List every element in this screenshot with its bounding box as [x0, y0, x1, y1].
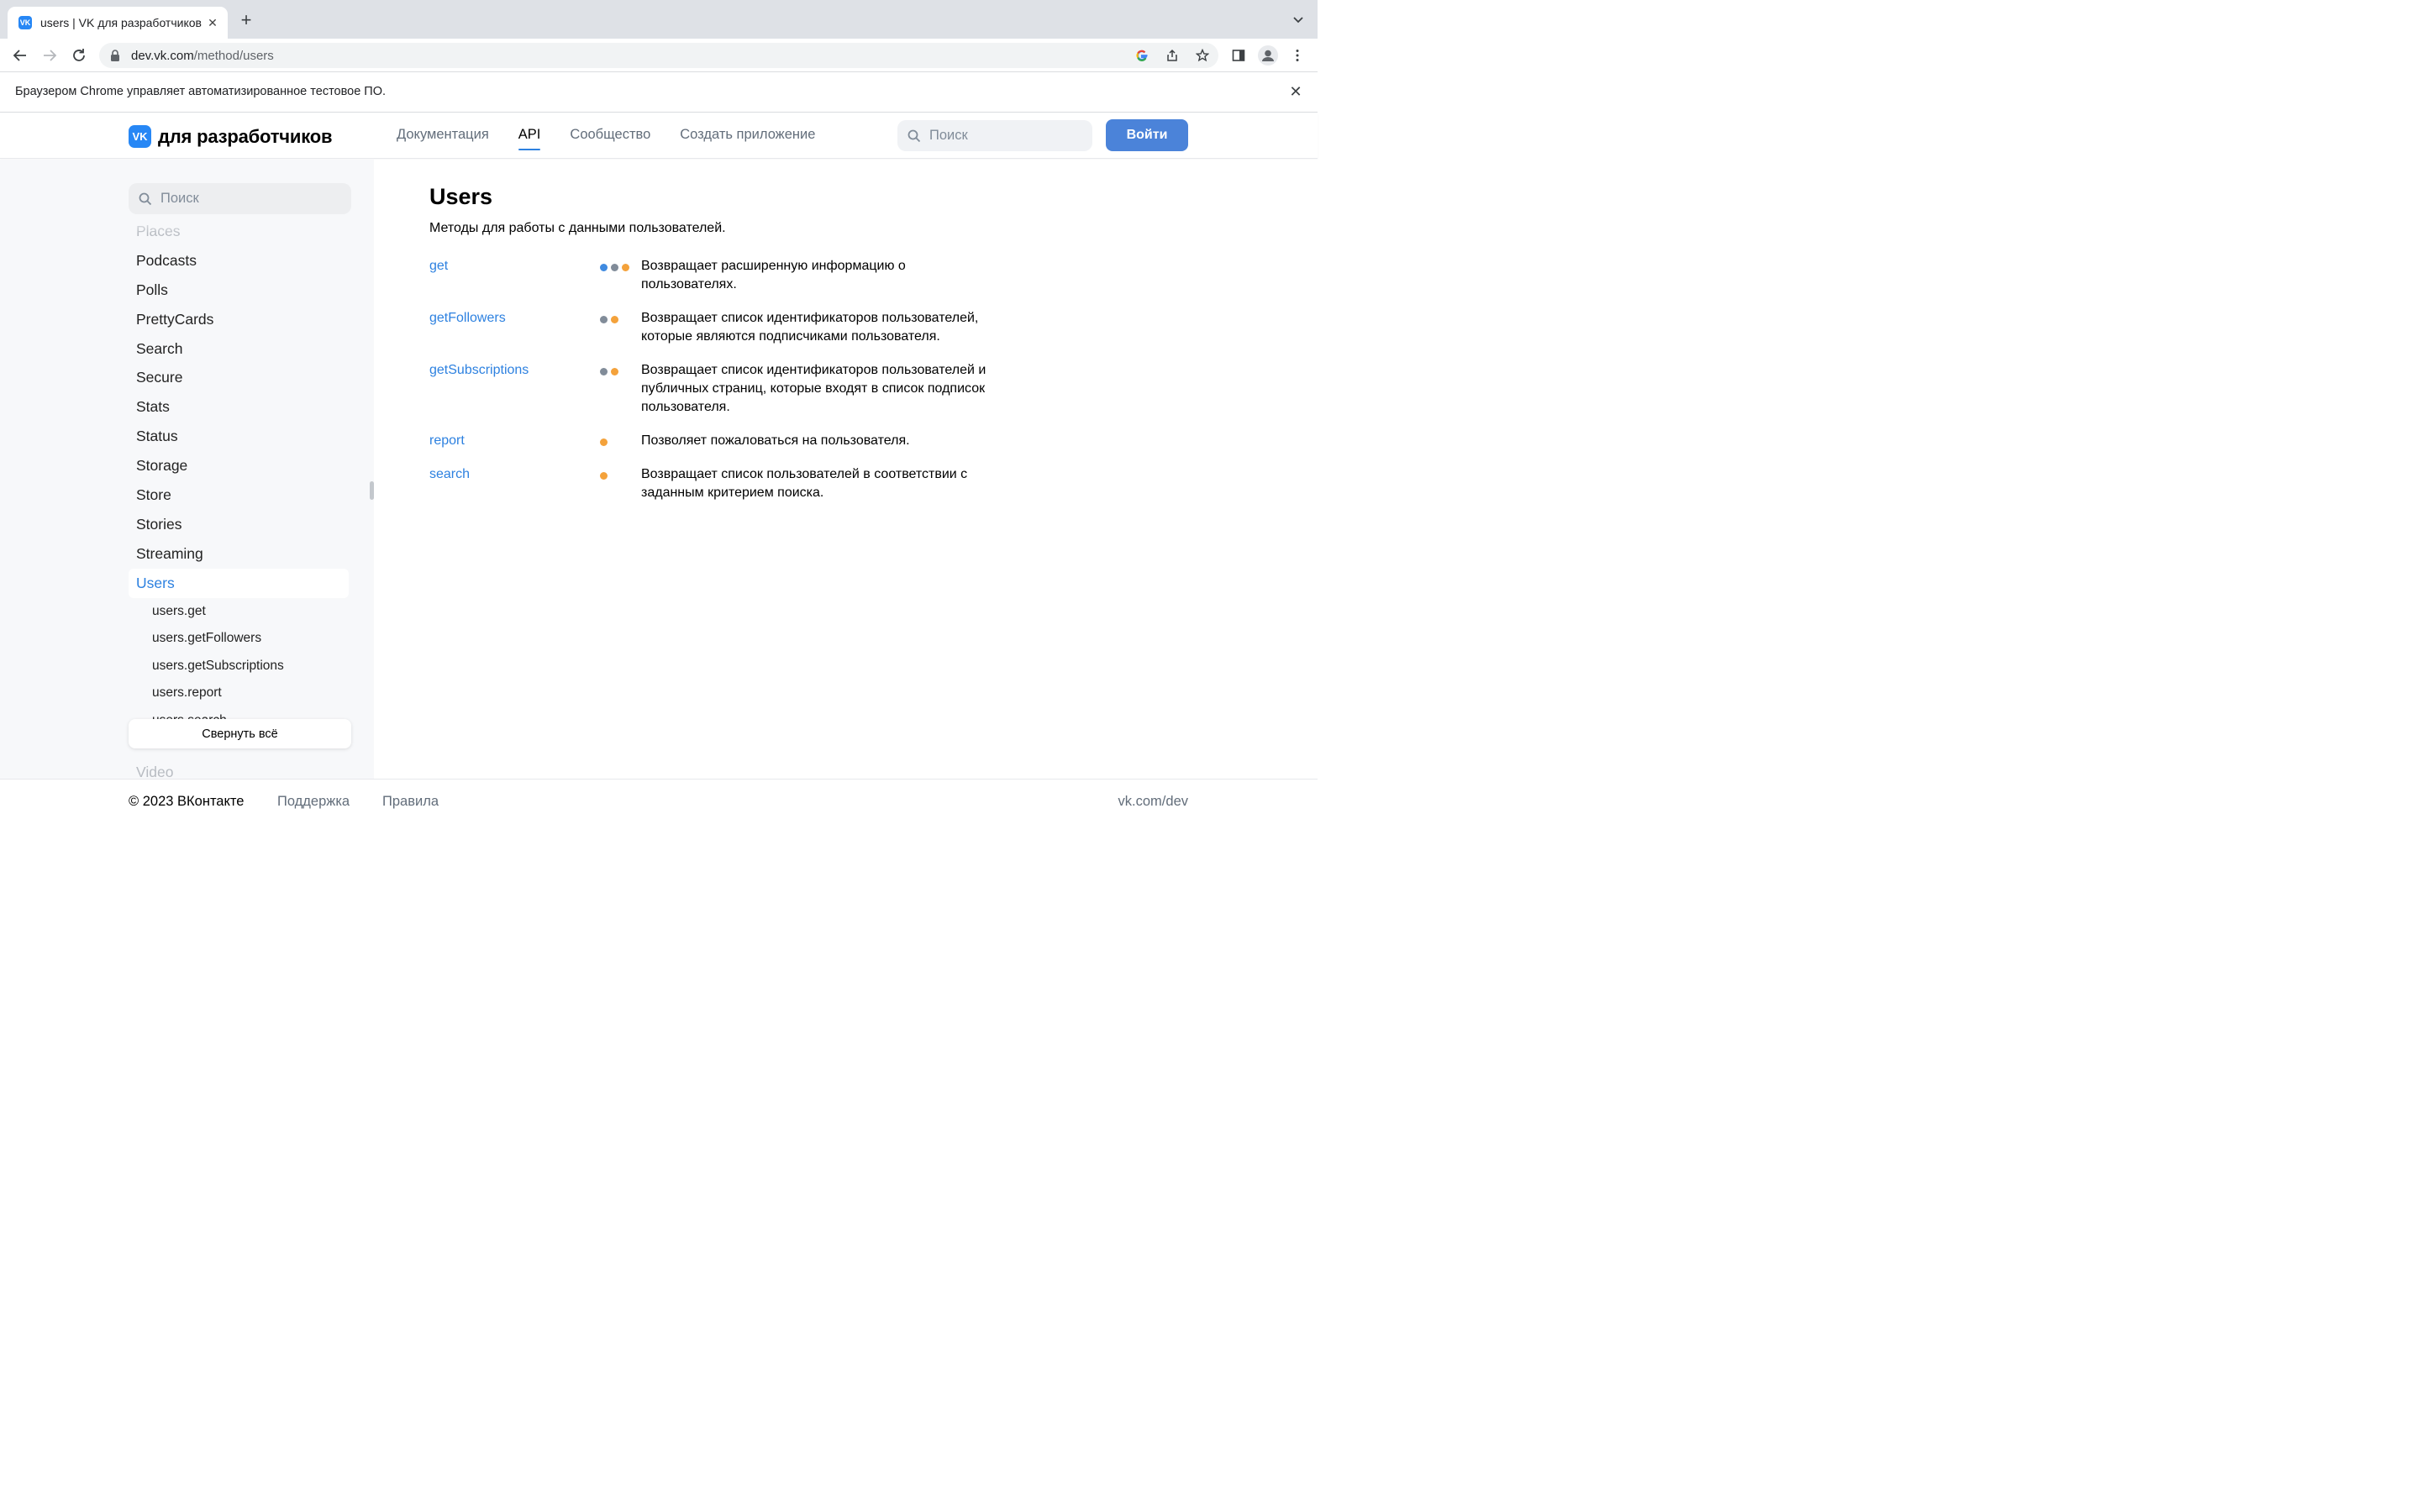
back-arrow-icon[interactable]: [11, 46, 29, 65]
browser-menu-icon[interactable]: [1286, 45, 1308, 66]
automation-infobar: Браузером Chrome управляет автоматизиров…: [0, 72, 1318, 113]
copyright: © 2023 ВКонтакте: [129, 794, 245, 809]
sidebar-item-prettycards[interactable]: PrettyCards: [129, 305, 349, 334]
access-dot-icon: [600, 264, 608, 271]
sidebar-subitem-users-report[interactable]: users.report: [129, 680, 349, 707]
method-row: getSubscriptions Возвращает список иденти…: [429, 361, 1018, 417]
new-tab-icon[interactable]: +: [239, 11, 254, 29]
site-header: VK для разработчиков Документация API Со…: [0, 113, 1318, 159]
header-search-input[interactable]: [929, 128, 1081, 144]
method-row: search Возвращает список пользователей в …: [429, 465, 1018, 502]
nav-api[interactable]: API: [518, 127, 540, 150]
sidebar-search-input[interactable]: [160, 191, 337, 207]
access-dot-icon: [611, 368, 618, 375]
sidebar-search[interactable]: [129, 183, 351, 214]
method-description: Позволяет пожаловаться на пользователя.: [641, 433, 910, 448]
browser-tab[interactable]: VK users | VK для разработчиков ✕: [8, 7, 228, 39]
sidebar-item-stats[interactable]: Stats: [129, 392, 349, 422]
top-nav: Документация API Сообщество Создать прил…: [397, 127, 815, 150]
share-icon[interactable]: [1163, 46, 1181, 65]
method-link-get[interactable]: get: [429, 257, 600, 276]
nav-documentation[interactable]: Документация: [397, 127, 489, 150]
access-dots: [600, 361, 641, 375]
vk-logo-icon: VK: [129, 125, 151, 148]
browser-tabbar: VK users | VK для разработчиков ✕ +: [0, 0, 1318, 39]
vk-favicon-icon: VK: [18, 16, 32, 29]
footer-link-support[interactable]: Поддержка: [277, 794, 350, 810]
method-link-search[interactable]: search: [429, 465, 600, 484]
method-row: get Возвращает расширенную информацию о п…: [429, 257, 1018, 294]
reload-icon[interactable]: [70, 46, 88, 65]
method-description: Возвращает расширенную информацию о поль…: [641, 259, 906, 291]
sidebar-item-podcasts[interactable]: Podcasts: [129, 246, 349, 276]
vk-dev-logo[interactable]: VK для разработчиков: [129, 125, 332, 148]
collapse-all-button[interactable]: Свернуть всё: [129, 719, 351, 748]
google-icon[interactable]: [1133, 46, 1151, 65]
forward-arrow-icon[interactable]: [40, 46, 59, 65]
logo-text: для разработчиков: [158, 125, 333, 147]
sidebar-item-video[interactable]: Video: [136, 764, 173, 779]
access-dot-icon: [600, 472, 608, 480]
sidebar-subitem-users-getsubscriptions[interactable]: users.getSubscriptions: [129, 653, 349, 680]
footer: © 2023 ВКонтакте Поддержка Правила vk.co…: [0, 779, 1318, 822]
sidebar-list: Places Podcasts Polls PrettyCards Search…: [129, 217, 349, 735]
access-dot-icon: [622, 264, 629, 271]
sidebar-item-stories[interactable]: Stories: [129, 510, 349, 539]
profile-avatar-icon[interactable]: [1257, 45, 1279, 66]
page-description: Методы для работы с данными пользователе…: [429, 221, 726, 235]
sidebar-item-search[interactable]: Search: [129, 334, 349, 364]
tab-close-icon[interactable]: ✕: [206, 16, 219, 29]
sidebar: Places Podcasts Polls PrettyCards Search…: [0, 160, 374, 779]
infobar-close-icon[interactable]: ✕: [1289, 84, 1302, 99]
search-icon: [908, 129, 921, 142]
tab-title: users | VK для разработчиков: [40, 16, 202, 29]
access-dots: [600, 309, 641, 323]
address-bar[interactable]: dev.vk.com/method/users: [99, 43, 1218, 68]
tab-search-chevron-icon[interactable]: [1292, 13, 1304, 25]
sidebar-item-status[interactable]: Status: [129, 422, 349, 451]
sidebar-item-polls[interactable]: Polls: [129, 276, 349, 305]
method-row: report Позволяет пожаловаться на пользова…: [429, 432, 1018, 450]
access-dots: [600, 257, 641, 271]
footer-link-vk-dev[interactable]: vk.com/dev: [1118, 794, 1188, 810]
infobar-text: Браузером Chrome управляет автоматизиров…: [15, 85, 387, 98]
method-row: getFollowers Возвращает список идентифика…: [429, 309, 1018, 346]
method-description: Возвращает список пользователей в соотве…: [641, 467, 968, 500]
main-content: Users Методы для работы с данными пользо…: [374, 160, 1318, 779]
access-dot-icon: [600, 368, 608, 375]
method-link-getfollowers[interactable]: getFollowers: [429, 309, 600, 328]
header-search[interactable]: [897, 120, 1092, 151]
url-path: /method/users: [193, 48, 274, 63]
method-description: Возвращает список идентификаторов пользо…: [641, 311, 979, 344]
access-dot-icon: [600, 316, 608, 323]
footer-link-rules[interactable]: Правила: [382, 794, 439, 810]
sidebar-item-storage[interactable]: Storage: [129, 451, 349, 480]
sidebar-item-secure[interactable]: Secure: [129, 363, 349, 392]
method-link-getsubscriptions[interactable]: getSubscriptions: [429, 361, 600, 380]
access-dot-icon: [600, 438, 608, 446]
lock-icon[interactable]: [109, 50, 121, 61]
sidebar-item-store[interactable]: Store: [129, 480, 349, 510]
search-icon: [139, 192, 152, 205]
login-button[interactable]: Войти: [1106, 119, 1188, 151]
browser-toolbar: dev.vk.com/method/users: [0, 39, 1318, 72]
access-dot-icon: [611, 316, 618, 323]
methods-list: get Возвращает расширенную информацию о п…: [429, 257, 1018, 517]
side-panel-icon[interactable]: [1228, 45, 1249, 66]
bookmark-star-icon[interactable]: [1193, 46, 1212, 65]
page-title: Users: [429, 184, 493, 209]
sidebar-subitem-users-get[interactable]: users.get: [129, 598, 349, 626]
access-dots: [600, 432, 641, 446]
sidebar-item-streaming[interactable]: Streaming: [129, 539, 349, 569]
sidebar-fade: [129, 215, 351, 234]
access-dot-icon: [611, 264, 618, 271]
sidebar-subitem-users-getfollowers[interactable]: users.getFollowers: [129, 625, 349, 653]
access-dots: [600, 465, 641, 480]
sidebar-item-users[interactable]: Users: [129, 568, 349, 598]
method-description: Возвращает список идентификаторов пользо…: [641, 363, 986, 414]
method-link-report[interactable]: report: [429, 432, 600, 450]
url-host: dev.vk.com: [131, 48, 194, 63]
nav-community[interactable]: Сообщество: [570, 127, 650, 150]
nav-create-app[interactable]: Создать приложение: [680, 127, 815, 150]
